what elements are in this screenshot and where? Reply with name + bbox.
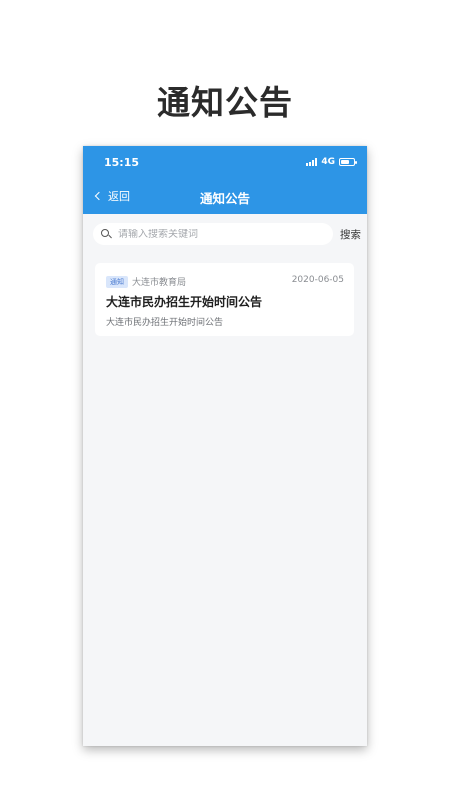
search-button[interactable]: 搜索 — [340, 227, 361, 242]
notice-list-item[interactable]: 通知 大连市教育局 2020-06-05 大连市民办招生开始时间公告 大连市民办… — [95, 263, 354, 336]
network-label: 4G — [321, 157, 335, 167]
battery-icon — [339, 158, 357, 166]
notice-title: 大连市民办招生开始时间公告 — [106, 295, 263, 309]
search-box[interactable] — [93, 223, 333, 245]
promo-title: 通知公告 — [157, 83, 293, 122]
notice-meta: 通知 大连市教育局 — [106, 275, 186, 288]
search-input[interactable] — [118, 228, 318, 240]
phone-screen: 15:15 4G 通知公告 返回 搜索 通知 大连市教育局 — [83, 146, 367, 746]
signal-icon — [306, 158, 318, 166]
app-header: 15:15 4G 通知公告 返回 — [83, 146, 367, 214]
back-label: 返回 — [108, 190, 130, 203]
battery-fill — [341, 160, 350, 164]
notice-source: 大连市教育局 — [132, 278, 187, 288]
status-indicators: 4G — [306, 157, 357, 167]
search-icon — [101, 228, 112, 240]
back-button[interactable]: 返回 — [94, 188, 130, 204]
chevron-left-icon — [94, 191, 104, 201]
status-time: 15:15 — [104, 156, 140, 169]
notice-date: 2020-06-05 — [291, 275, 344, 285]
notice-tag-badge: 通知 — [106, 275, 128, 288]
search-bar: 搜索 — [93, 223, 361, 245]
notice-summary: 大连市民办招生开始时间公告 — [106, 318, 224, 328]
